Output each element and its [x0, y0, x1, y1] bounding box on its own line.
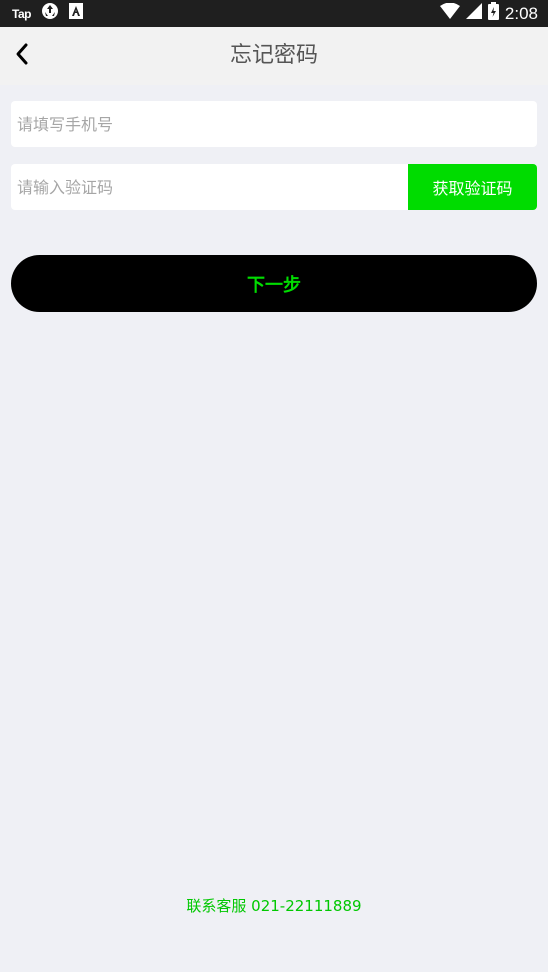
verification-code-input[interactable] — [11, 164, 407, 210]
font-app-icon — [68, 3, 83, 24]
code-field-container: 获取验证码 — [11, 164, 537, 210]
tap-icon: Tap — [12, 6, 31, 21]
header-bar: 忘记密码 — [0, 27, 548, 85]
phone-input[interactable] — [11, 101, 537, 147]
next-step-button[interactable]: 下一步 — [11, 255, 537, 312]
chevron-left-icon — [14, 42, 30, 70]
contact-customer-service[interactable]: 联系客服 021-22111889 — [0, 895, 548, 916]
get-code-button[interactable]: 获取验证码 — [408, 164, 537, 210]
signal-icon — [465, 3, 482, 24]
status-bar: Tap 2:08 — [0, 0, 548, 27]
wifi-icon — [439, 2, 460, 24]
sync-icon — [41, 2, 59, 25]
status-time: 2:08 — [504, 3, 538, 23]
page-title: 忘记密码 — [229, 43, 318, 68]
phone-field-container — [11, 101, 537, 147]
battery-icon — [487, 2, 499, 25]
back-button[interactable] — [8, 41, 36, 71]
